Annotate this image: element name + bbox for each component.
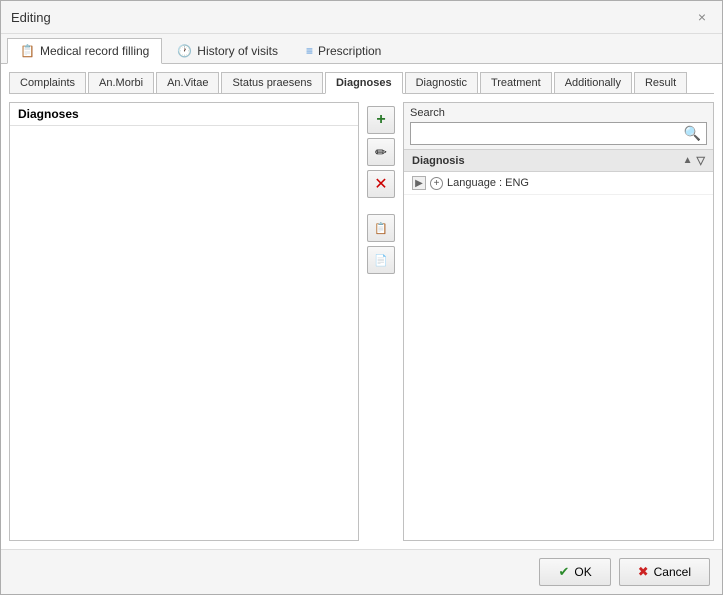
edit-diagnosis-button[interactable]: ✏ bbox=[367, 138, 395, 166]
expand-icon[interactable]: + bbox=[430, 177, 443, 190]
tree-content: ▶ + Language : ENG bbox=[404, 172, 713, 540]
subtab-additionally[interactable]: Additionally bbox=[554, 72, 632, 93]
right-panel: Search 🔍 Diagnosis ▲ ▽ bbox=[403, 102, 714, 541]
tree-item-label: Language : ENG bbox=[447, 177, 529, 189]
subtab-complaints[interactable]: Complaints bbox=[9, 72, 86, 93]
ok-icon: ✔ bbox=[558, 564, 569, 580]
prescription-icon: ≡ bbox=[306, 44, 313, 58]
edit-icon: ✏ bbox=[375, 144, 387, 161]
tree-row-arrow[interactable]: ▶ bbox=[412, 176, 426, 190]
paste-icon: 📄 bbox=[374, 254, 388, 267]
cancel-icon: ✖ bbox=[638, 564, 649, 580]
cancel-button[interactable]: ✖ Cancel bbox=[619, 558, 710, 586]
tree-header: Diagnosis ▲ ▽ bbox=[404, 150, 713, 172]
content-area: Complaints An.Morbi An.Vitae Status prae… bbox=[1, 64, 722, 549]
delete-icon: ✕ bbox=[374, 174, 387, 194]
subtab-status[interactable]: Status praesens bbox=[221, 72, 323, 93]
cancel-label: Cancel bbox=[654, 565, 691, 579]
search-input-wrapper: 🔍 bbox=[410, 122, 707, 145]
medical-record-icon: 📋 bbox=[20, 44, 35, 58]
ok-button[interactable]: ✔ OK bbox=[539, 558, 610, 586]
filter-icon[interactable]: ▽ bbox=[697, 154, 705, 167]
paste-diagnosis-button[interactable]: 📄 bbox=[367, 246, 395, 274]
subtab-anmorbi[interactable]: An.Morbi bbox=[88, 72, 154, 93]
ok-label: OK bbox=[574, 565, 591, 579]
tab-history-label: History of visits bbox=[197, 44, 278, 58]
subtab-diagnostic[interactable]: Diagnostic bbox=[405, 72, 478, 93]
search-section: Search 🔍 bbox=[404, 103, 713, 150]
copy-icon: 📋 bbox=[374, 222, 388, 235]
close-button[interactable]: × bbox=[692, 7, 712, 27]
tab-medical-record[interactable]: 📋 Medical record filling bbox=[7, 38, 162, 64]
tab-history-visits[interactable]: 🕐 History of visits bbox=[164, 38, 291, 63]
subtab-diagnoses[interactable]: Diagnoses bbox=[325, 72, 403, 94]
editing-dialog: Editing × 📋 Medical record filling 🕐 His… bbox=[0, 0, 723, 595]
tab-medical-label: Medical record filling bbox=[40, 44, 149, 58]
sort-icon[interactable]: ▲ bbox=[683, 155, 693, 166]
subtab-result[interactable]: Result bbox=[634, 72, 687, 93]
diagnoses-header: Diagnoses bbox=[10, 103, 358, 126]
tree-header-label: Diagnosis bbox=[412, 155, 683, 167]
list-item[interactable]: ▶ + Language : ENG bbox=[404, 172, 713, 195]
history-icon: 🕐 bbox=[177, 44, 192, 58]
diagnoses-panel: Diagnoses bbox=[9, 102, 359, 541]
diagnoses-list[interactable] bbox=[10, 126, 358, 540]
tab-prescription[interactable]: ≡ Prescription bbox=[293, 38, 394, 63]
delete-diagnosis-button[interactable]: ✕ bbox=[367, 170, 395, 198]
titlebar: Editing × bbox=[1, 1, 722, 34]
dialog-title: Editing bbox=[11, 10, 51, 25]
subtab-treatment[interactable]: Treatment bbox=[480, 72, 552, 93]
middle-toolbar: + ✏ ✕ 📋 📄 bbox=[365, 102, 397, 541]
dialog-footer: ✔ OK ✖ Cancel bbox=[1, 549, 722, 594]
subtab-anvitae[interactable]: An.Vitae bbox=[156, 72, 219, 93]
main-tabs-container: 📋 Medical record filling 🕐 History of vi… bbox=[1, 34, 722, 64]
search-button[interactable]: 🔍 bbox=[679, 123, 706, 144]
add-diagnosis-button[interactable]: + bbox=[367, 106, 395, 134]
tab-prescription-label: Prescription bbox=[318, 44, 381, 58]
search-icon: 🔍 bbox=[684, 125, 701, 141]
add-icon: + bbox=[376, 111, 385, 129]
search-input[interactable] bbox=[411, 124, 679, 144]
search-label: Search bbox=[410, 107, 707, 119]
copy-diagnosis-button[interactable]: 📋 bbox=[367, 214, 395, 242]
main-content-area: Diagnoses + ✏ ✕ 📋 📄 bbox=[9, 102, 714, 541]
sub-tabs-container: Complaints An.Morbi An.Vitae Status prae… bbox=[9, 72, 714, 94]
